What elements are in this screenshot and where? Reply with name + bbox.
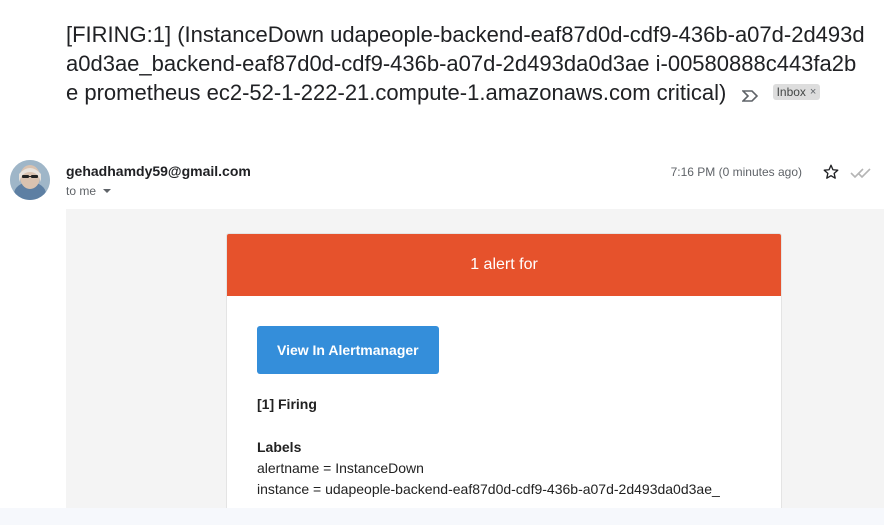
sender-email[interactable]: gehadhamdy59@gmail.com xyxy=(66,163,251,179)
firing-title: [1] Firing xyxy=(257,396,317,412)
alert-header: 1 alert for xyxy=(227,234,781,296)
email-body: 1 alert for View In Alertmanager [1] Fir… xyxy=(66,209,884,508)
label-alertname: alertname = InstanceDown xyxy=(257,460,424,476)
bottom-bar xyxy=(0,508,884,525)
email-timestamp: 7:16 PM (0 minutes ago) xyxy=(670,165,802,179)
email-subject: [FIRING:1] (InstanceDown udapeople-backe… xyxy=(66,20,866,110)
seen-checkmark-icon xyxy=(850,166,872,184)
label-instance: instance = udapeople-backend-eaf87d0d-cd… xyxy=(257,481,720,497)
star-icon[interactable] xyxy=(822,163,840,186)
inbox-label-chip[interactable]: Inbox × xyxy=(772,84,821,100)
important-marker-icon[interactable] xyxy=(741,81,760,110)
labels-title: Labels xyxy=(257,439,302,455)
recipient-label: to me xyxy=(66,184,97,198)
alert-card: 1 alert for View In Alertmanager [1] Fir… xyxy=(226,233,782,508)
chevron-down-icon[interactable] xyxy=(103,189,112,193)
view-in-alertmanager-button[interactable]: View In Alertmanager xyxy=(257,326,439,374)
remove-label-icon[interactable]: × xyxy=(810,84,816,100)
avatar[interactable] xyxy=(10,160,50,200)
alert-header-text: 1 alert for xyxy=(470,256,538,273)
inbox-label-text: Inbox xyxy=(776,85,806,99)
recipient-dropdown[interactable]: to me xyxy=(66,184,112,198)
alert-content: View In Alertmanager [1] Firing Labels a… xyxy=(227,296,781,500)
